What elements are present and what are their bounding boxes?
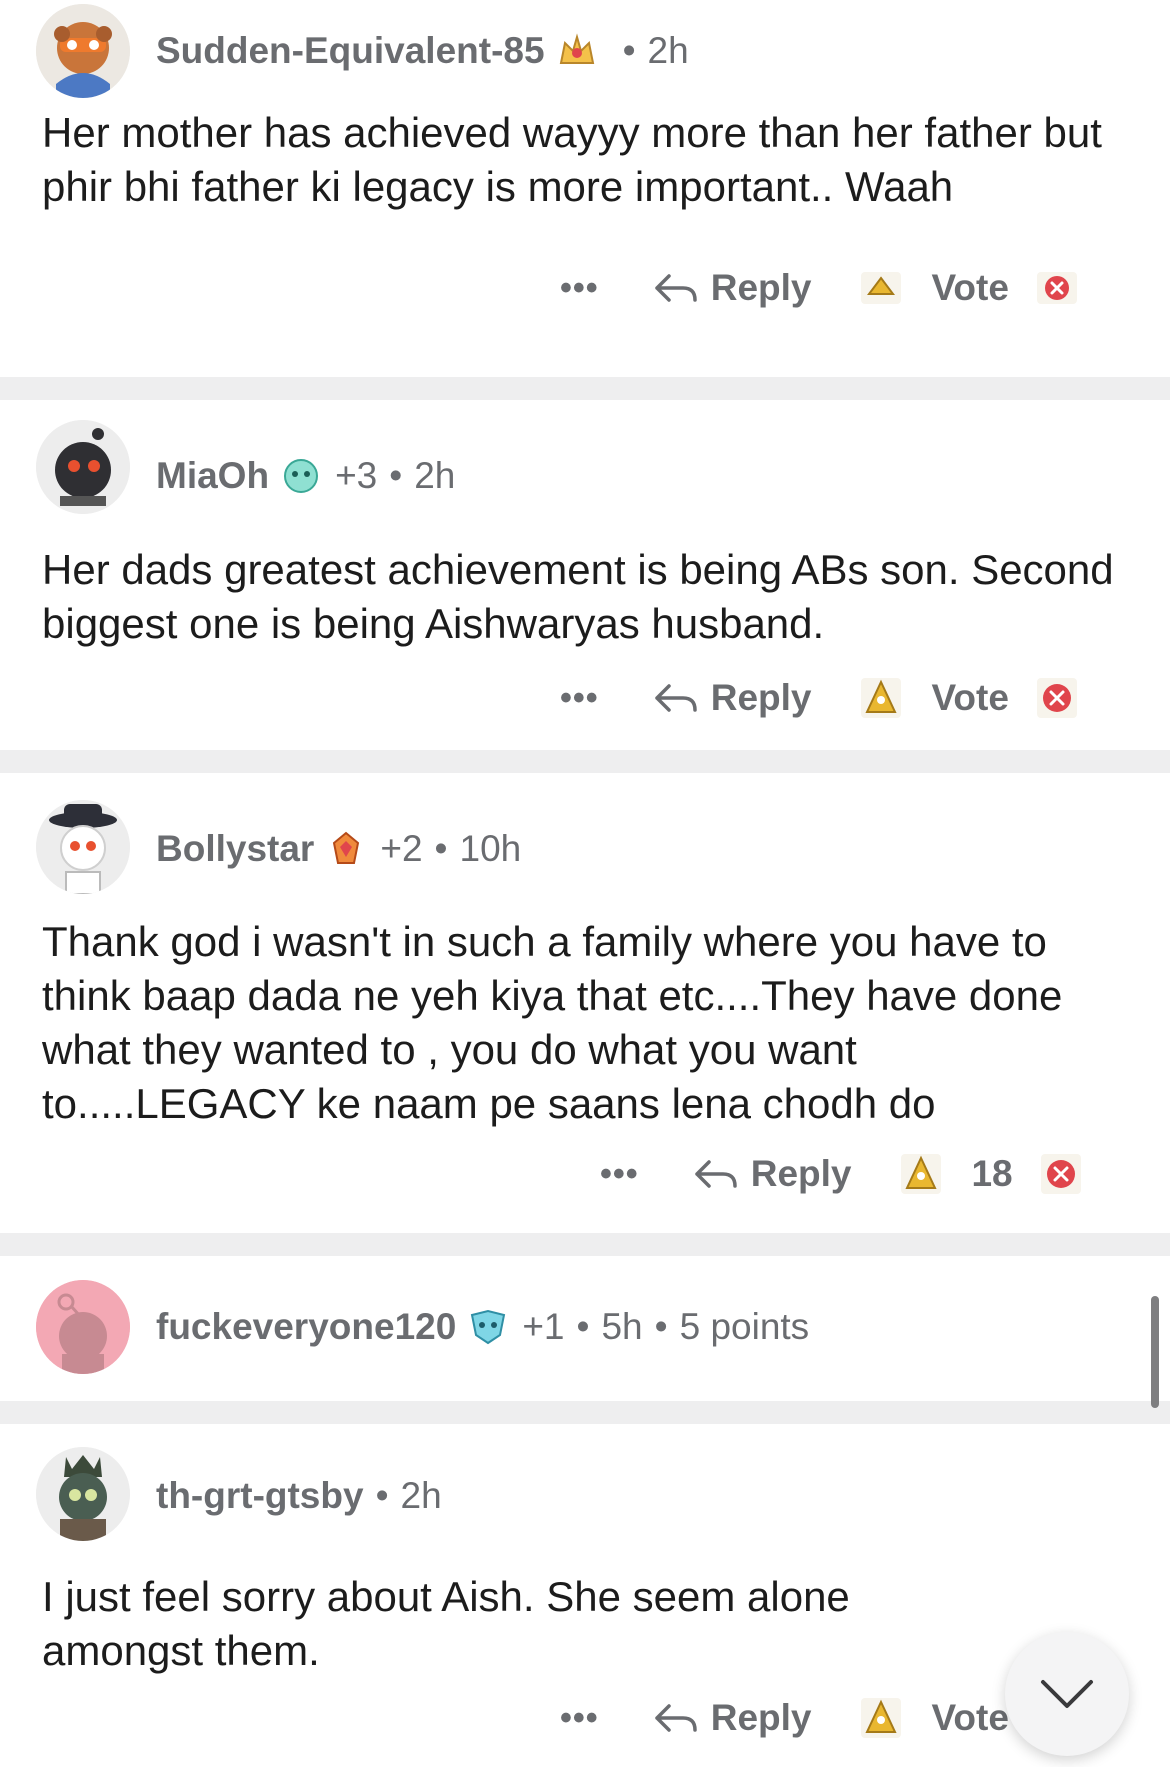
separator-dot: • [389, 455, 403, 496]
comment-age: 2h [414, 455, 456, 496]
separator-dot: • [622, 30, 636, 71]
comment-body: Her dads greatest achievement is being A… [42, 546, 1114, 647]
reply-button[interactable]: Reply [751, 1153, 852, 1195]
more-options-button[interactable]: ••• [560, 679, 599, 718]
comment-actions: ••• Reply 18 [600, 1146, 1081, 1202]
upvote-award-icon[interactable] [861, 678, 902, 718]
username[interactable]: fuckeveryone120 [156, 1306, 456, 1348]
username[interactable]: th-grt-gtsby [156, 1475, 364, 1517]
reply-arrow-icon[interactable] [653, 678, 699, 718]
separator-dot: • [654, 1306, 668, 1347]
separator-dot: • [434, 828, 448, 869]
more-options-button[interactable]: ••• [560, 269, 599, 308]
reply-button[interactable]: Reply [711, 1697, 812, 1739]
comment-divider [0, 377, 1170, 400]
upvote-award-icon[interactable] [861, 1698, 902, 1738]
comment-divider [0, 750, 1170, 773]
shield-flair-icon [471, 1309, 506, 1345]
avatar[interactable] [36, 420, 130, 514]
avatar[interactable] [36, 4, 130, 98]
comment-age: 10h [459, 828, 522, 869]
avatar-image [36, 420, 130, 514]
more-options-button[interactable]: ••• [600, 1155, 639, 1194]
comment-age: 5h [601, 1306, 643, 1347]
vote-count: Vote [931, 1697, 1009, 1738]
scrollbar-thumb[interactable] [1151, 1296, 1159, 1408]
comment-meta: th-grt-gtsby • 2h [156, 1475, 442, 1517]
reply-button[interactable]: Reply [711, 677, 812, 719]
crown-flair-icon [559, 33, 594, 64]
comment-meta[interactable]: fuckeveryone120 +1 • 5h • 5 points [156, 1306, 810, 1348]
vote-count: Vote [931, 267, 1009, 308]
comment-actions: ••• Reply Vote [560, 1690, 1037, 1746]
comment-actions: ••• Reply Vote [560, 670, 1077, 726]
gem-flair-icon [333, 831, 360, 864]
separator-dot: • [375, 1475, 389, 1516]
vote-count: 18 [971, 1153, 1013, 1194]
upvote-award-icon[interactable] [901, 1154, 942, 1194]
username[interactable]: MiaOh [156, 455, 269, 497]
more-options-button[interactable]: ••• [560, 1699, 599, 1738]
username[interactable]: Bollystar [156, 828, 314, 870]
karma-delta: +2 [380, 828, 423, 869]
comment-points: 5 points [679, 1306, 810, 1347]
comment-age: 2h [647, 30, 689, 71]
comment-actions: ••• Reply Vote [560, 260, 1077, 316]
reply-button[interactable]: Reply [711, 267, 812, 309]
downvote-x-icon[interactable] [1036, 268, 1077, 308]
comment-body: Thank god i wasn't in such a family wher… [42, 918, 1063, 1127]
collapse-thread-button[interactable] [1005, 1632, 1129, 1756]
username[interactable]: Sudden-Equivalent-85 [156, 30, 545, 72]
comment-meta: Bollystar +2 • 10h [156, 828, 522, 870]
upvote-award-icon[interactable] [861, 268, 902, 308]
comment-divider [0, 1401, 1170, 1424]
karma-delta: +1 [522, 1306, 565, 1347]
reply-arrow-icon[interactable] [653, 1698, 699, 1738]
avatar-image [36, 800, 130, 894]
separator-dot: • [576, 1306, 590, 1347]
avatar[interactable] [36, 800, 130, 894]
reply-arrow-icon[interactable] [653, 268, 699, 308]
comment-card: Sudden-Equivalent-85 • 2h Her mother has… [0, 0, 1170, 377]
downvote-x-icon[interactable] [1036, 678, 1077, 718]
downvote-x-icon[interactable] [1040, 1154, 1081, 1194]
avatar[interactable] [36, 1280, 130, 1374]
vote-count: Vote [931, 677, 1009, 718]
robot-flair-icon [284, 459, 319, 493]
avatar-image [36, 4, 130, 98]
chevron-down-icon [1041, 1680, 1093, 1708]
avatar-image [36, 1280, 130, 1374]
avatar[interactable] [36, 1447, 130, 1541]
comment-body: Her mother has achieved wayyy more than … [42, 109, 1102, 210]
reply-arrow-icon[interactable] [693, 1154, 739, 1194]
comment-meta: Sudden-Equivalent-85 • 2h [156, 30, 689, 72]
karma-delta: +3 [335, 455, 378, 496]
comment-body: I just feel sorry about Aish. She seem a… [42, 1573, 850, 1674]
comment-meta: MiaOh +3 • 2h [156, 455, 456, 497]
comment-age: 2h [400, 1475, 442, 1516]
avatar-image [36, 1447, 130, 1541]
comment-divider [0, 1233, 1170, 1256]
